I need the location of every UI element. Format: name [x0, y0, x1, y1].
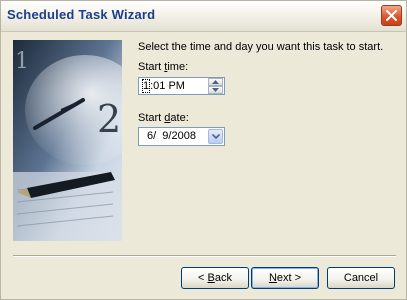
svg-text:1: 1: [15, 49, 29, 74]
close-button[interactable]: [381, 5, 402, 26]
window-title: Scheduled Task Wizard: [7, 7, 156, 22]
cancel-button[interactable]: Cancel: [327, 267, 395, 289]
wizard-window: Scheduled Task Wizard 2 1 Select the tim…: [0, 0, 407, 300]
instruction-text: Select the time and day you want this ta…: [138, 41, 384, 53]
spin-up-button[interactable]: [208, 78, 223, 86]
svg-text:2: 2: [97, 97, 121, 141]
divider: [13, 255, 396, 257]
date-dropdown-button[interactable]: [208, 129, 223, 144]
chevron-down-icon: [212, 134, 220, 139]
start-date-value: 6/ 9/2008: [147, 130, 196, 142]
start-date-label: Start date:: [138, 112, 189, 124]
start-time-label: Start time:: [138, 61, 189, 73]
next-button[interactable]: Next >: [251, 267, 319, 289]
title-bar[interactable]: Scheduled Task Wizard: [1, 1, 406, 32]
back-button[interactable]: < Back: [181, 267, 249, 289]
start-date-picker[interactable]: 6/ 9/2008: [138, 127, 225, 146]
spin-down-button[interactable]: [208, 86, 223, 94]
arrow-up-icon: [212, 80, 219, 84]
start-time-spinner[interactable]: 1:01 PM: [138, 77, 225, 95]
start-time-value: 1:01 PM: [142, 79, 185, 93]
close-x-icon: [386, 10, 397, 21]
wizard-illustration: 2 1: [13, 40, 122, 241]
arrow-down-icon: [212, 88, 219, 92]
